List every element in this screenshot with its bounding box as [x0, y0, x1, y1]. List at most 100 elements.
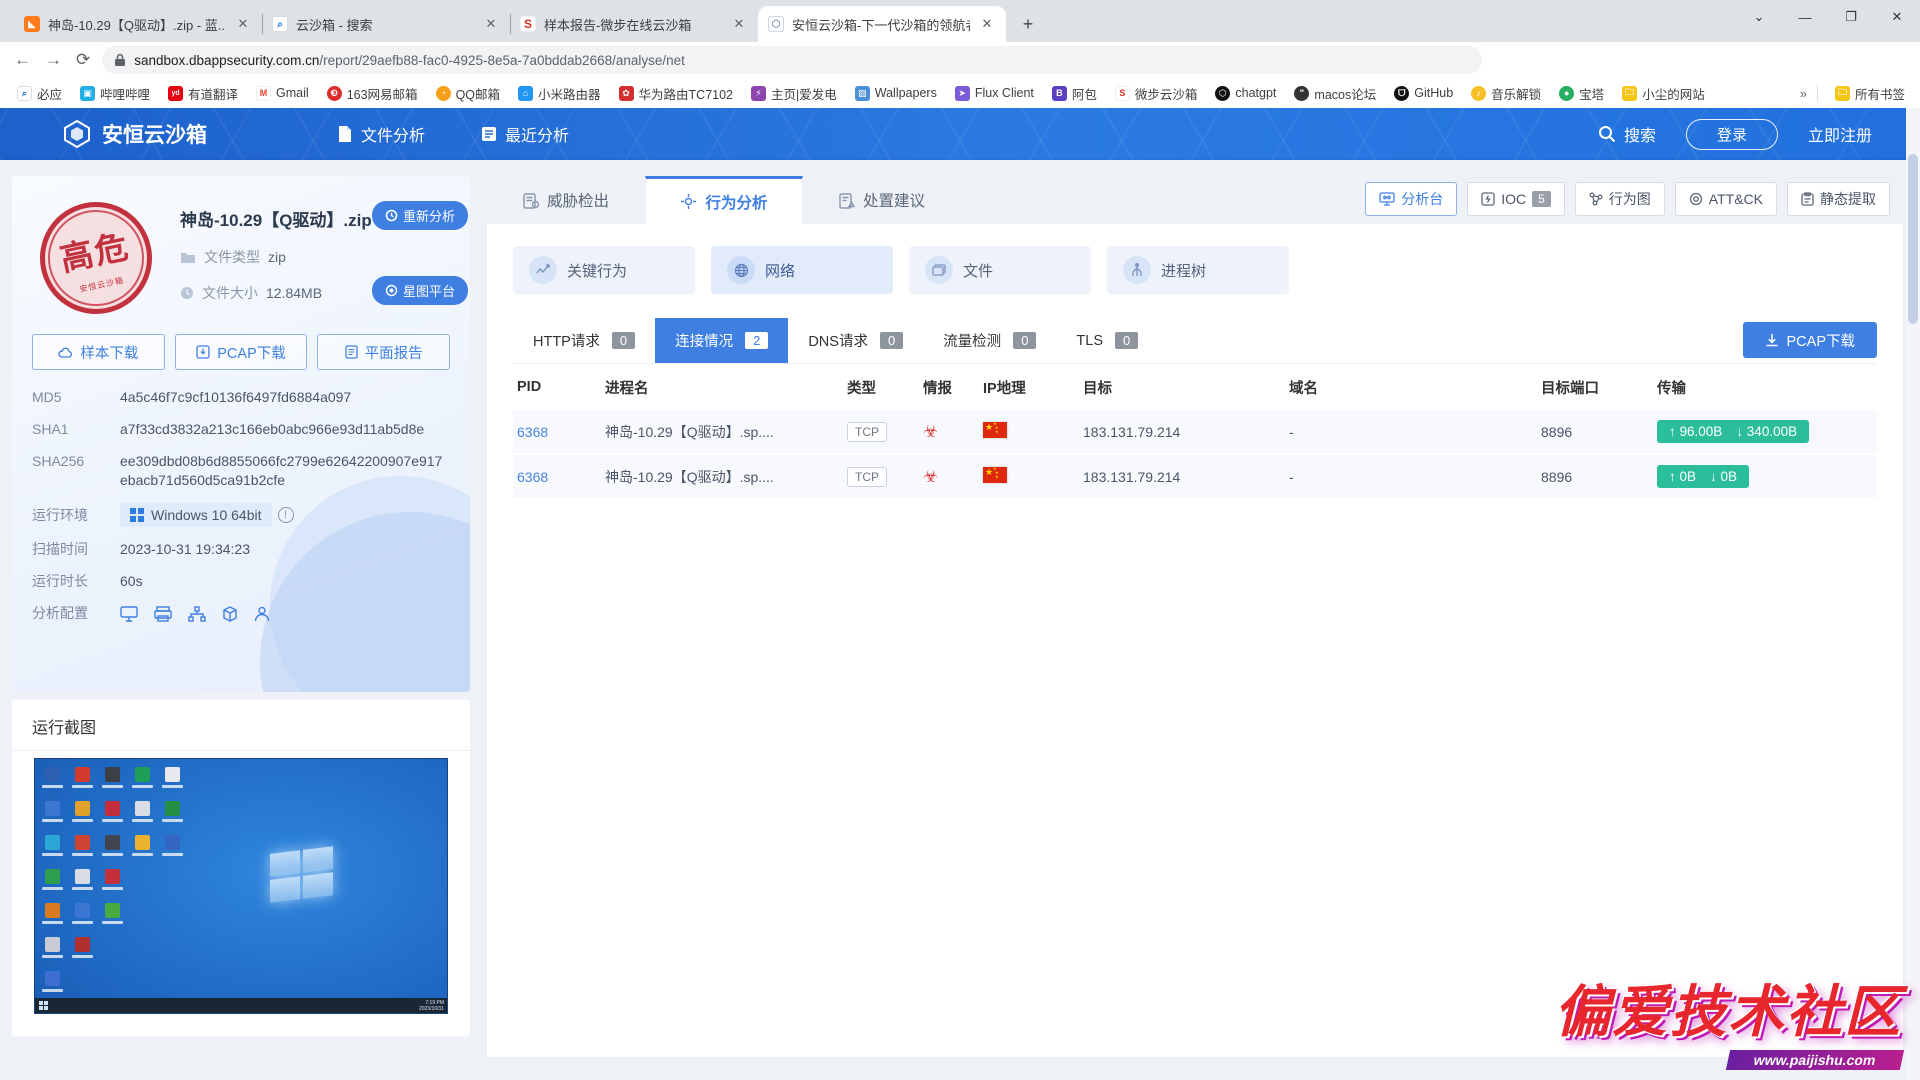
md5-row: MD54a5c46f7c9cf10136f6497fd6884a097: [32, 388, 452, 407]
reload-icon[interactable]: ⟳: [76, 50, 90, 70]
tab-title: 神岛-10.29【Q驱动】.zip - 蓝...: [48, 15, 226, 34]
file-analysis-icon: [337, 125, 353, 143]
forward-icon[interactable]: →: [45, 50, 62, 70]
window-controls: ⌄ — ❐ ✕: [1736, 0, 1920, 34]
bookmarks-overflow-icon[interactable]: »: [1800, 86, 1807, 101]
browser-urlbar: ← → ⟳ sandbox.dbappsecurity.com.cn/repor…: [0, 42, 1920, 78]
bookmark-item[interactable]: ᗜGitHub: [1387, 83, 1460, 104]
starmap-button[interactable]: 星图平台: [372, 276, 468, 305]
target-icon: [1689, 192, 1703, 206]
bookmark-item[interactable]: MGmail: [249, 83, 316, 104]
bookmark-item[interactable]: yd有道翻译: [161, 81, 245, 106]
pid-link[interactable]: 6368: [517, 424, 605, 440]
behavior-graph-button[interactable]: 行为图: [1575, 182, 1665, 216]
static-extract-button[interactable]: 静态提取: [1787, 182, 1890, 216]
pill-network[interactable]: 网络: [711, 246, 893, 294]
brand[interactable]: 安恒云沙箱: [62, 119, 207, 149]
tab-threat-detection[interactable]: 威胁检出: [487, 176, 645, 224]
pill-file[interactable]: 文件: [909, 246, 1091, 294]
table-row[interactable]: 6368 神岛-10.29【Q驱动】.sp.... TCP ☣ ★★★★ 183…: [513, 410, 1877, 455]
info-icon[interactable]: !: [278, 507, 294, 523]
reanalyze-button[interactable]: 重新分析: [372, 201, 468, 230]
sample-download-button[interactable]: 样本下载: [32, 334, 165, 370]
bookmark-item[interactable]: ✿华为路由TC7102: [612, 81, 740, 106]
nav-file-analysis[interactable]: 文件分析: [337, 122, 425, 146]
bookmark-item[interactable]: ♪音乐解锁: [1464, 81, 1548, 106]
close-tab-icon[interactable]: ✕: [978, 15, 996, 33]
bookmark-item[interactable]: ◔QQ邮箱: [429, 81, 507, 106]
bookmark-item[interactable]: ❸163网易邮箱: [320, 81, 425, 106]
ioc-button[interactable]: IOC 5: [1467, 182, 1565, 216]
tab-disposal-advice[interactable]: 处置建议: [803, 176, 961, 224]
new-tab-button[interactable]: +: [1014, 10, 1042, 38]
network-subtabs: HTTP请求 0 连接情况 2 DNS请求 0 流量检测 0 TLS 0 PCA…: [513, 318, 1877, 364]
subtab-http-requests[interactable]: HTTP请求 0: [513, 318, 655, 363]
pid-link[interactable]: 6368: [517, 469, 605, 485]
chevron-down-icon[interactable]: ⌄: [1736, 9, 1782, 25]
bookmark-item[interactable]: 🗀小尘的网站: [1615, 81, 1712, 106]
subtab-connections[interactable]: 连接情况 2: [655, 318, 788, 363]
back-icon[interactable]: ←: [14, 50, 31, 70]
monitor-icon[interactable]: [120, 606, 138, 622]
scrollbar-thumb[interactable]: [1908, 154, 1918, 324]
bookmark-item[interactable]: S微步云沙箱: [1108, 81, 1205, 106]
china-flag-icon: ★★★★: [983, 467, 1007, 483]
browser-tab-3[interactable]: S 样本报告-微步在线云沙箱 ✕: [510, 6, 758, 42]
package-icon[interactable]: [222, 606, 238, 622]
pcap-download-button[interactable]: PCAP下载: [175, 334, 308, 370]
bookmark-item[interactable]: ⬡chatgpt: [1208, 83, 1283, 104]
subtab-tls[interactable]: TLS 0: [1056, 318, 1158, 363]
network-icon[interactable]: [188, 606, 206, 622]
search-icon: [1598, 125, 1616, 143]
table-pcap-download-button[interactable]: PCAP下载: [1743, 322, 1878, 358]
clock-icon: [180, 286, 194, 300]
bookmark-item[interactable]: ⌕必应: [10, 81, 69, 106]
subtab-dns-requests[interactable]: DNS请求 0: [788, 318, 923, 363]
bookmark-item[interactable]: ➤Flux Client: [948, 83, 1041, 104]
pill-key-behavior[interactable]: 关键行为: [513, 246, 695, 294]
bookmark-item[interactable]: ⚡主页|爱发电: [744, 81, 844, 106]
bookmark-item[interactable]: ⌂小米路由器: [511, 81, 608, 106]
page-scrollbar[interactable]: [1906, 108, 1920, 1080]
login-button[interactable]: 登录: [1686, 119, 1778, 150]
ioc-icon: [1481, 192, 1495, 206]
runtime-screenshot[interactable]: 7:19 PM2023/10/31: [34, 758, 448, 1014]
flat-report-button[interactable]: 平面报告: [317, 334, 450, 370]
files-icon: [932, 264, 946, 276]
restore-icon[interactable]: ❐: [1828, 9, 1874, 25]
attck-button[interactable]: ATT&CK: [1675, 182, 1777, 216]
printer-icon[interactable]: [154, 606, 172, 622]
browser-tabstrip: ◣ 神岛-10.29【Q驱动】.zip - 蓝... ✕ ⌕ 云沙箱 - 搜索 …: [0, 0, 1920, 42]
close-tab-icon[interactable]: ✕: [482, 15, 500, 33]
close-tab-icon[interactable]: ✕: [730, 15, 748, 33]
bookmark-item[interactable]: "macos论坛: [1287, 81, 1383, 106]
analysis-console-button[interactable]: 分析台: [1365, 182, 1457, 216]
browser-tab-active[interactable]: ⬡ 安恒云沙箱-下一代沙箱的领航者 ✕: [758, 6, 1006, 42]
user-icon[interactable]: [254, 606, 270, 622]
console-icon: [1379, 192, 1395, 206]
pill-process-tree[interactable]: 进程树: [1107, 246, 1289, 294]
nav-recent-analysis[interactable]: 最近分析: [481, 122, 569, 146]
table-row[interactable]: 6368 神岛-10.29【Q驱动】.sp.... TCP ☣ ★★★★ 183…: [513, 455, 1877, 500]
biohazard-icon[interactable]: ☣: [923, 467, 983, 487]
bookmark-item[interactable]: B阿包: [1045, 81, 1104, 106]
address-bar[interactable]: sandbox.dbappsecurity.com.cn/report/29ae…: [102, 46, 1482, 74]
minimize-icon[interactable]: —: [1782, 10, 1828, 25]
bookmark-item[interactable]: ▣哔哩哔哩: [73, 81, 157, 106]
close-window-icon[interactable]: ✕: [1874, 9, 1920, 25]
bookmark-item[interactable]: ●宝塔: [1552, 81, 1611, 106]
subtab-traffic-detection[interactable]: 流量检测 0: [923, 318, 1056, 363]
search-button[interactable]: 搜索: [1598, 122, 1656, 146]
browser-tab-2[interactable]: ⌕ 云沙箱 - 搜索 ✕: [262, 6, 510, 42]
biohazard-icon[interactable]: ☣: [923, 422, 983, 442]
all-bookmarks[interactable]: 🗀所有书签: [1828, 81, 1912, 106]
tab-behavior-analysis[interactable]: 行为分析: [645, 176, 803, 224]
bookmark-item[interactable]: ▨Wallpapers: [848, 83, 944, 104]
close-tab-icon[interactable]: ✕: [234, 15, 252, 33]
browser-tab-1[interactable]: ◣ 神岛-10.29【Q驱动】.zip - 蓝... ✕: [14, 6, 262, 42]
desktop-icon: [45, 971, 60, 986]
count-badge: 0: [612, 332, 635, 349]
behavior-panel: 关键行为 网络 文件 进程树 HTTP请求 0 连接情况 2 DNS请求 0 流…: [487, 224, 1903, 1057]
process-name: 神岛-10.29【Q驱动】.sp....: [605, 422, 847, 442]
register-button[interactable]: 立即注册: [1808, 122, 1872, 146]
